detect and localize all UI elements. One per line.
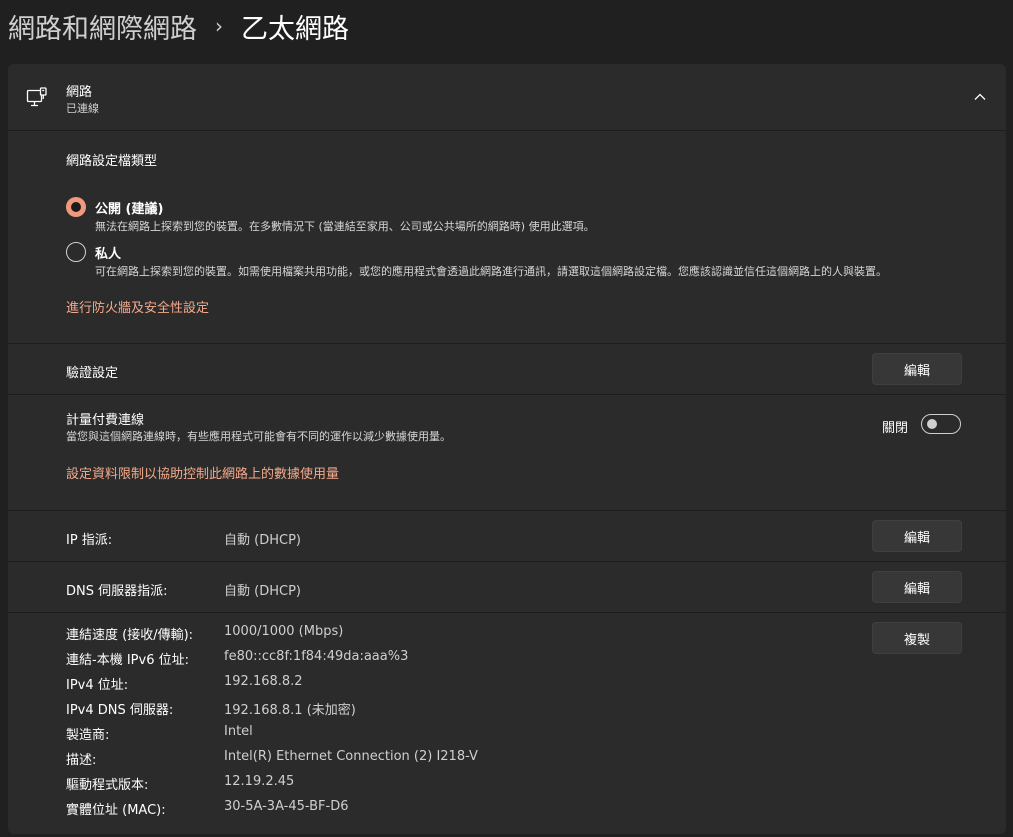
radio-private-description: 可在網路上探索到您的裝置。如需使用檔案共用功能，或您的應用程式會透過此網路進行通… — [95, 265, 887, 278]
property-value: 192.168.8.2 — [224, 674, 303, 689]
dns-assignment-value: 自動 (DHCP) — [224, 584, 301, 599]
property-value: 1000/1000 (Mbps) — [224, 624, 344, 639]
property-label: 連結速度 (接收/傳輸): — [66, 628, 194, 643]
property-label: 驅動程式版本: — [66, 778, 149, 793]
property-value: Intel — [224, 724, 253, 739]
property-label: IPv4 DNS 伺服器: — [66, 703, 174, 718]
divider — [8, 561, 1006, 562]
network-card: 網路 已連線 網路設定檔類型 公開 (建議) 無法在網路上探索到您的裝置。在多數… — [8, 64, 1006, 834]
property-label: 製造商: — [66, 728, 110, 743]
firewall-settings-link[interactable]: 進行防火牆及安全性設定 — [66, 297, 209, 316]
network-monitor-icon — [26, 87, 47, 107]
radio-public-label: 公開 (建議) — [95, 202, 164, 217]
dns-edit-button[interactable]: 編輯 — [872, 571, 962, 603]
ip-edit-button[interactable]: 編輯 — [872, 520, 962, 552]
metered-toggle-label: 關閉 — [882, 421, 909, 436]
radio-public[interactable] — [66, 197, 86, 217]
chevron-up-icon[interactable] — [973, 90, 987, 104]
auth-settings-label: 驗證設定 — [66, 366, 119, 381]
property-value: 30-5A-3A-45-BF-D6 — [224, 799, 349, 814]
ip-assignment-value: 自動 (DHCP) — [224, 533, 301, 548]
breadcrumb: 網路和網際網路 › 乙太網路 — [8, 6, 349, 46]
profile-heading: 網路設定檔類型 — [66, 154, 158, 169]
breadcrumb-separator: › — [215, 14, 223, 38]
auth-edit-button[interactable]: 編輯 — [872, 353, 962, 385]
network-status: 已連線 — [66, 102, 99, 115]
radio-public-description: 無法在網路上探索到您的裝置。在多數情況下 (當連結至家用、公司或公共場所的網路時… — [95, 220, 595, 233]
copy-properties-button[interactable]: 複製 — [872, 622, 962, 654]
property-label: 連結-本機 IPv6 位址: — [66, 653, 189, 668]
property-label: 描述: — [66, 753, 97, 768]
radio-private[interactable] — [66, 242, 86, 262]
divider — [8, 612, 1006, 613]
metered-connection-label: 計量付費連線 — [66, 413, 145, 428]
divider — [8, 510, 1006, 511]
metered-connection-description: 當您與這個網路連線時，有些應用程式可能會有不同的運作以減少數據使用量。 — [66, 430, 451, 443]
property-value: 192.168.8.1 (未加密) — [224, 703, 356, 718]
divider — [8, 394, 1006, 395]
property-value: 12.19.2.45 — [224, 774, 295, 789]
page-title: 乙太網路 — [241, 13, 349, 45]
network-header[interactable]: 網路 已連線 — [8, 64, 1006, 131]
data-limit-link[interactable]: 設定資料限制以協助控制此網路上的數據使用量 — [66, 463, 339, 482]
radio-private-label: 私人 — [95, 247, 122, 262]
property-label: 實體位址 (MAC): — [66, 803, 166, 818]
divider — [8, 343, 1006, 344]
breadcrumb-parent[interactable]: 網路和網際網路 — [8, 7, 197, 46]
property-value: Intel(R) Ethernet Connection (2) I218-V — [224, 749, 478, 764]
property-label: IPv4 位址: — [66, 678, 129, 693]
ip-assignment-label: IP 指派: — [66, 533, 113, 548]
dns-assignment-label: DNS 伺服器指派: — [66, 584, 168, 599]
property-value: fe80::cc8f:1f84:49da:aaa%3 — [224, 649, 409, 664]
network-title: 網路 — [66, 85, 93, 100]
metered-toggle[interactable] — [921, 414, 961, 434]
